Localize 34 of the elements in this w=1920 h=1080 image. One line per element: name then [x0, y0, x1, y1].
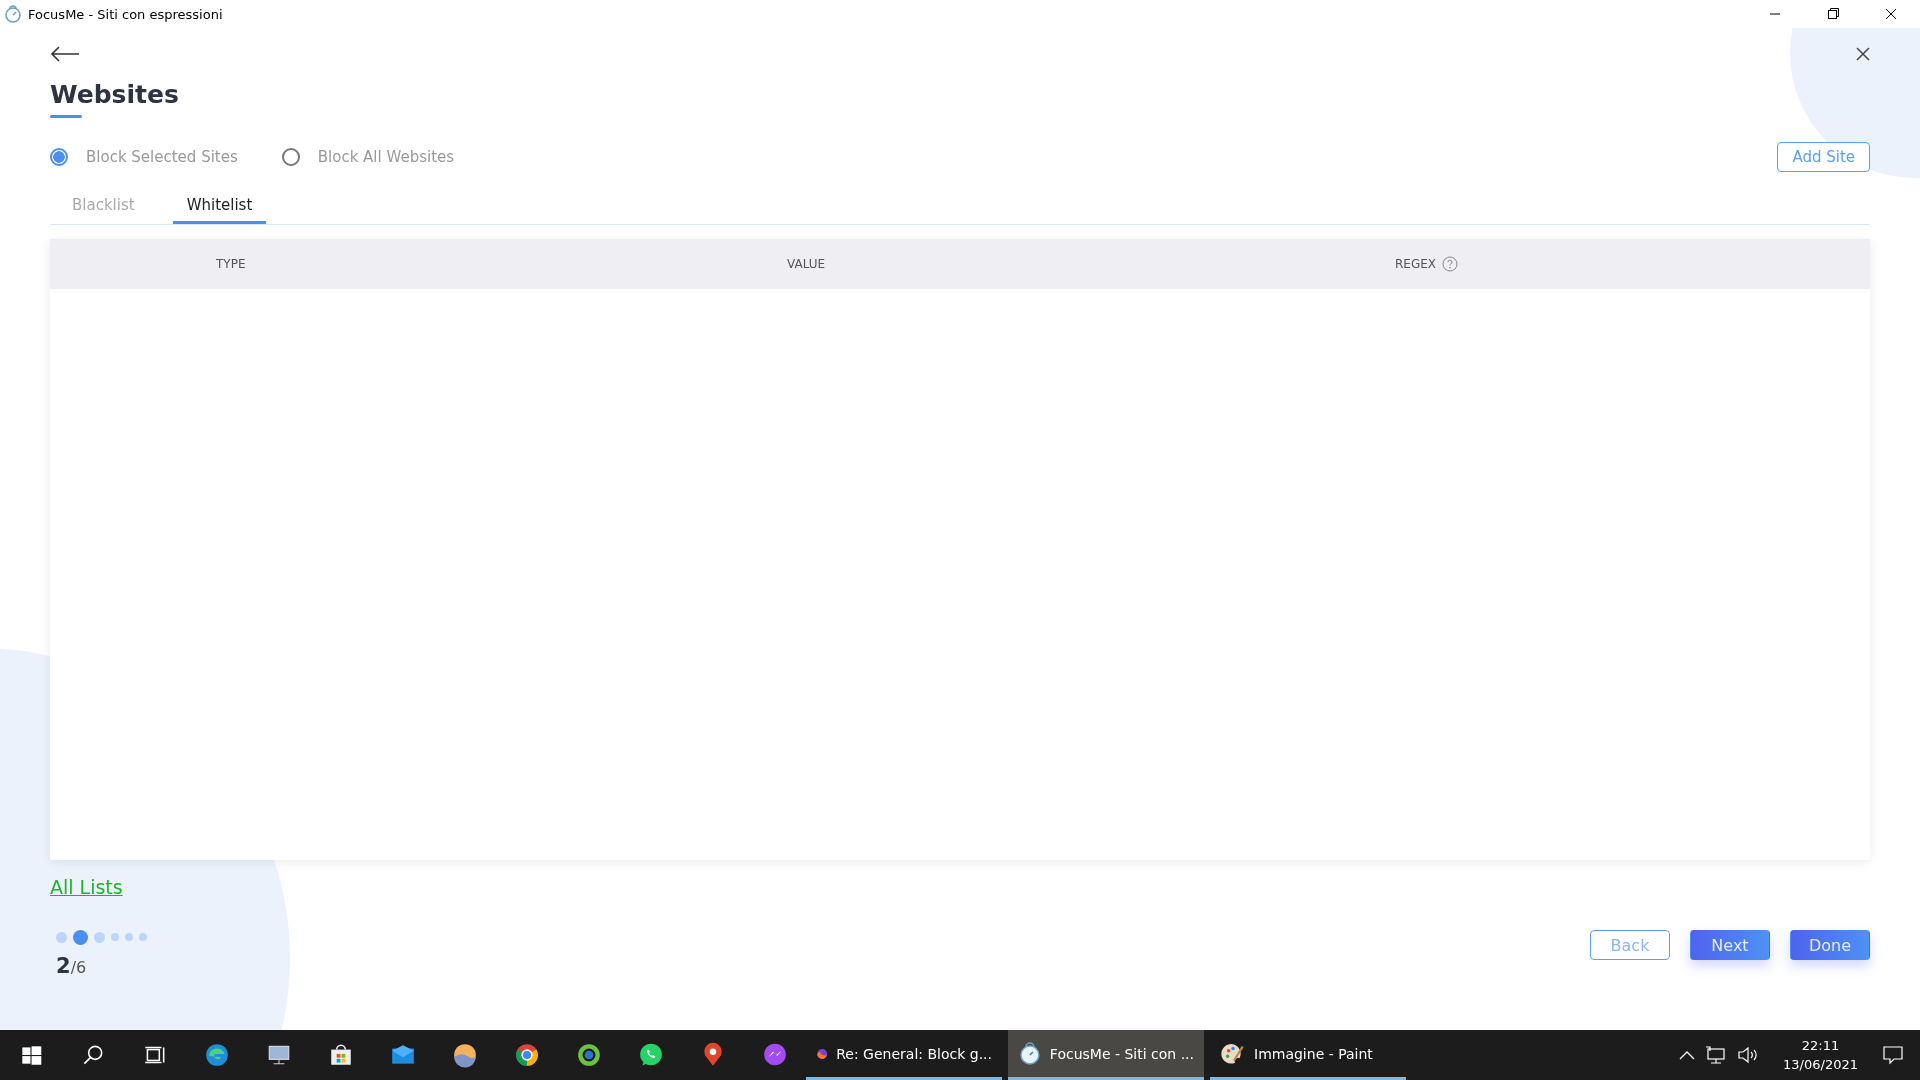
step-dot[interactable]: [111, 933, 119, 941]
clock-date[interactable]: 13/06/2021: [1783, 1055, 1858, 1074]
clock-time[interactable]: 22:11: [1801, 1036, 1840, 1055]
radio-label: Block All Websites: [317, 148, 455, 166]
speaker-icon[interactable]: [1737, 1045, 1760, 1065]
taskbar-window-button[interactable]: Re: General: Block g...: [806, 1030, 1002, 1080]
close-icon[interactable]: [1856, 47, 1870, 61]
app-logo-icon: [4, 5, 22, 23]
notification-icon[interactable]: [1882, 1045, 1904, 1065]
column-header: TYPE: [216, 257, 246, 271]
page-title: Websites: [50, 80, 179, 109]
taskbar-window-button[interactable]: Immagine - Paint: [1210, 1030, 1406, 1080]
radio-button[interactable]: [50, 148, 68, 166]
step-dot[interactable]: [56, 931, 67, 943]
chevron-up-icon[interactable]: [1679, 1050, 1696, 1060]
step-dot[interactable]: [125, 933, 133, 941]
radio-label: Block Selected Sites: [86, 148, 238, 166]
radio-button[interactable]: [281, 148, 300, 166]
taskbar-window-button[interactable]: FocusMe - Siti con ...: [1008, 1030, 1204, 1080]
list-tab[interactable]: Whitelist: [172, 190, 267, 224]
browser-icon[interactable]: [204, 1042, 230, 1068]
landscape-icon[interactable]: [452, 1042, 478, 1068]
network-icon[interactable]: [1705, 1045, 1728, 1065]
step-dot[interactable]: [94, 931, 105, 943]
chat-bubble-icon[interactable]: [638, 1042, 664, 1068]
column-header: VALUE: [787, 257, 826, 271]
padlock-clock-icon: [1018, 1040, 1042, 1067]
back-arrow-icon[interactable]: [50, 46, 80, 62]
column-header: REGEX: [1395, 257, 1437, 271]
chrome-icon[interactable]: [514, 1042, 540, 1068]
step-counter: 2/6: [56, 954, 88, 978]
window-title: FocusMe - Siti con espressioni: [28, 6, 224, 22]
step-dot[interactable]: [139, 933, 147, 941]
store-bag-icon[interactable]: [328, 1042, 354, 1068]
